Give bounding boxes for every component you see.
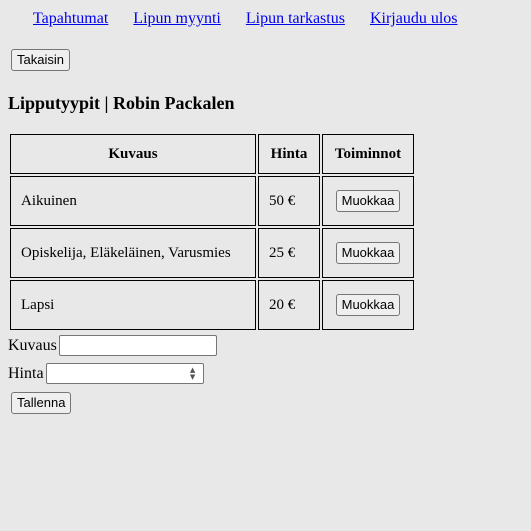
nav-link-logout[interactable]: Kirjaudu ulos: [370, 10, 458, 28]
description-form-row: Kuvaus: [8, 335, 217, 356]
column-header-price: Hinta: [258, 134, 320, 174]
nav-link-events[interactable]: Tapahtumat: [33, 10, 108, 28]
ticket-description: Aikuinen: [10, 176, 256, 226]
table-row: Opiskelija, Eläkeläinen, Varusmies 25 € …: [10, 228, 414, 278]
ticket-price: 25 €: [258, 228, 320, 278]
column-header-actions: Toiminnot: [322, 134, 414, 174]
edit-button[interactable]: Muokkaa: [335, 190, 401, 212]
nav-link-ticket-check[interactable]: Lipun tarkastus: [246, 10, 345, 28]
price-form-row: Hinta ▲ ▼: [8, 363, 204, 384]
ticket-types-table: Kuvaus Hinta Toiminnot Aikuinen 50 € Muo…: [8, 132, 416, 332]
back-button[interactable]: Takaisin: [11, 49, 70, 71]
spinner-down-icon[interactable]: ▼: [190, 373, 195, 381]
ticket-price: 20 €: [258, 280, 320, 330]
column-header-description: Kuvaus: [10, 134, 256, 174]
table-row: Lapsi 20 € Muokkaa: [10, 280, 414, 330]
nav-link-ticket-sales[interactable]: Lipun myynti: [133, 10, 221, 28]
description-label: Kuvaus: [8, 336, 57, 354]
price-input[interactable]: ▲ ▼: [45, 363, 204, 384]
table-row: Aikuinen 50 € Muokkaa: [10, 176, 414, 226]
ticket-price: 50 €: [258, 176, 320, 226]
price-label: Hinta: [8, 364, 44, 382]
actions-cell: Muokkaa: [322, 280, 414, 330]
page-title: Lipputyypit | Robin Packalen: [8, 93, 235, 113]
actions-cell: Muokkaa: [322, 176, 414, 226]
ticket-description: Lapsi: [10, 280, 256, 330]
edit-button[interactable]: Muokkaa: [335, 294, 401, 316]
top-nav: Tapahtumat Lipun myynti Lipun tarkastus …: [33, 10, 483, 28]
ticket-description: Opiskelija, Eläkeläinen, Varusmies: [10, 228, 256, 278]
edit-button[interactable]: Muokkaa: [335, 242, 401, 264]
number-spinner[interactable]: ▲ ▼: [187, 366, 199, 381]
save-button[interactable]: Tallenna: [11, 392, 72, 414]
table-header-row: Kuvaus Hinta Toiminnot: [10, 134, 414, 174]
description-input[interactable]: [58, 335, 217, 356]
actions-cell: Muokkaa: [322, 228, 414, 278]
